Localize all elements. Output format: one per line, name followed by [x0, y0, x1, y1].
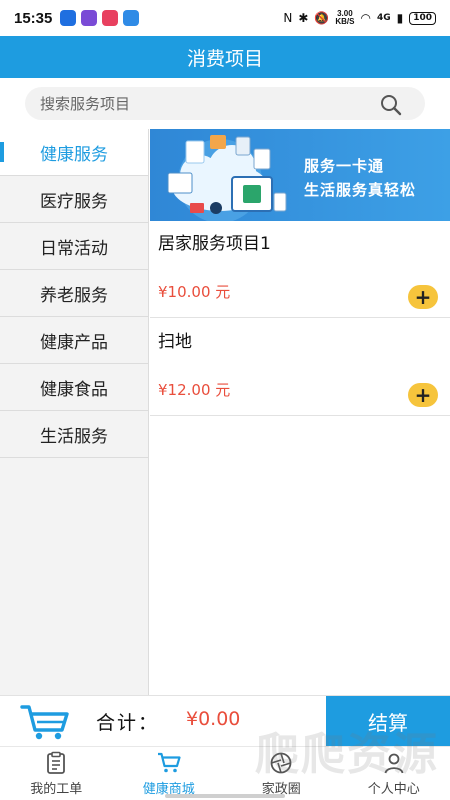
- person-icon: [384, 753, 404, 774]
- tab-label: 我的工单: [30, 782, 83, 797]
- home-indicator[interactable]: [165, 794, 285, 798]
- sidebar-item-label: 医疗服务: [40, 191, 108, 212]
- add-to-cart-button[interactable]: +: [408, 285, 438, 309]
- sidebar-item-elderly-care[interactable]: 养老服务: [0, 270, 148, 317]
- product-item[interactable]: 扫地 ¥12.00 元 +: [150, 319, 450, 416]
- tab-housekeeping-circle[interactable]: 家政圈: [225, 747, 338, 800]
- page-header: 消费项目: [0, 36, 450, 78]
- category-sidebar: 健康服务 医疗服务 日常活动 养老服务 健康产品 健康食品 生活服务: [0, 129, 149, 695]
- tab-health-mall[interactable]: 健康商城: [113, 747, 226, 800]
- clipboard-icon: [47, 751, 66, 774]
- sidebar-item-label: 健康产品: [40, 332, 108, 353]
- sidebar-item-medical-service[interactable]: 医疗服务: [0, 176, 148, 223]
- product-name: 居家服务项目1: [158, 234, 271, 254]
- sidebar-item-label: 养老服务: [40, 285, 108, 306]
- sidebar-item-label: 健康服务: [40, 144, 108, 165]
- tab-personal-center[interactable]: 个人中心: [338, 747, 450, 800]
- product-name: 扫地: [158, 332, 192, 352]
- product-price: ¥12.00 元: [158, 381, 231, 399]
- add-to-cart-button[interactable]: +: [408, 383, 438, 407]
- battery-icon: 100: [409, 11, 436, 25]
- bottom-navigation: 我的工单 健康商城 家政圈 个人中心: [0, 746, 450, 800]
- app-notification-icon: [123, 10, 140, 26]
- sidebar-item-health-products[interactable]: 健康产品: [0, 317, 148, 364]
- cart-icon: [157, 752, 181, 773]
- product-list: 服务一卡通 生活服务真轻松 居家服务项目1 ¥10.00 元 + 扫地 ¥12.…: [150, 129, 450, 695]
- sidebar-item-life-service[interactable]: 生活服务: [0, 411, 148, 458]
- checkout-button[interactable]: 结算: [326, 696, 450, 746]
- status-bar: 15:35 N ✱ 🔕 3.00 KB/S ◠ 4G ▮ 100: [0, 0, 450, 36]
- page-title: 消费项目: [186, 47, 263, 70]
- shopping-cart-icon[interactable]: [20, 703, 70, 741]
- banner-text: 生活服务真轻松: [304, 181, 417, 199]
- sidebar-item-health-service[interactable]: 健康服务: [0, 129, 148, 176]
- sidebar-item-health-food[interactable]: 健康食品: [0, 364, 148, 411]
- sidebar-item-label: 健康食品: [40, 379, 108, 400]
- tab-my-orders[interactable]: 我的工单: [0, 747, 113, 800]
- aperture-icon: [270, 752, 292, 774]
- bluetooth-icon: ✱: [298, 11, 309, 25]
- promo-banner[interactable]: 服务一卡通 生活服务真轻松: [150, 129, 450, 221]
- status-time: 15:35: [14, 9, 53, 27]
- signal-icon: ▮: [396, 11, 404, 25]
- cart-bar: 合计： ¥0.00 结算: [0, 695, 450, 746]
- app-notification-icon: [102, 10, 119, 26]
- network-speed: 3.00 KB/S: [335, 9, 355, 26]
- status-indicators: N ✱ 🔕 3.00 KB/S ◠ 4G ▮ 100: [283, 10, 436, 26]
- sidebar-item-label: 日常活动: [40, 238, 108, 259]
- search-icon[interactable]: [379, 93, 403, 117]
- sidebar-item-daily-activity[interactable]: 日常活动: [0, 223, 148, 270]
- product-price: ¥10.00 元: [158, 283, 231, 301]
- total-value: ¥0.00: [186, 708, 241, 730]
- banner-illustration: [167, 135, 287, 221]
- sidebar-item-label: 生活服务: [40, 426, 108, 447]
- total-label: 合计：: [96, 712, 160, 734]
- mute-icon: 🔕: [314, 11, 330, 25]
- tab-label: 个人中心: [367, 782, 420, 797]
- app-notification-icon: [81, 10, 98, 26]
- product-item[interactable]: 居家服务项目1 ¥10.00 元 +: [150, 221, 450, 318]
- checkout-label: 结算: [368, 710, 408, 735]
- search-bar: 搜索服务项目: [0, 78, 450, 129]
- search-input[interactable]: 搜索服务项目: [25, 87, 425, 120]
- nfc-icon: N: [283, 11, 293, 25]
- wifi-icon: ◠: [360, 11, 371, 25]
- banner-text: 服务一卡通: [304, 157, 385, 175]
- signal-label: 4G: [376, 13, 391, 23]
- search-placeholder: 搜索服务项目: [40, 95, 131, 113]
- app-notification-icon: [60, 10, 77, 26]
